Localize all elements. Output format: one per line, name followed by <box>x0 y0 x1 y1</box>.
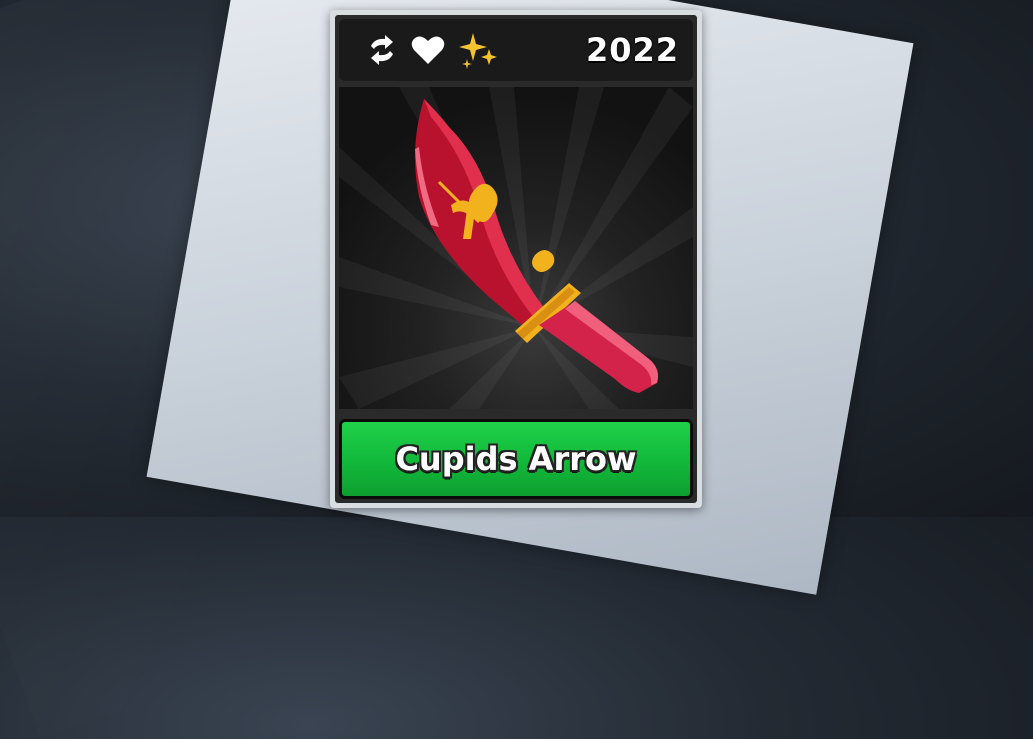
sparkles-icon <box>457 31 497 69</box>
badge-row <box>365 31 497 69</box>
heart-icon <box>411 35 445 65</box>
item-name: Cupids Arrow <box>395 440 637 478</box>
item-artwork <box>339 87 693 409</box>
card-header: 2022 <box>339 19 693 81</box>
year-label: 2022 <box>585 31 679 69</box>
swap-icon <box>365 35 399 65</box>
knife-icon <box>415 99 658 393</box>
item-name-bar: Cupids Arrow <box>339 419 693 499</box>
card-body: 2022 Cupids Arrow <box>335 15 697 503</box>
item-card[interactable]: 2022 Cupids Arrow <box>330 10 702 508</box>
